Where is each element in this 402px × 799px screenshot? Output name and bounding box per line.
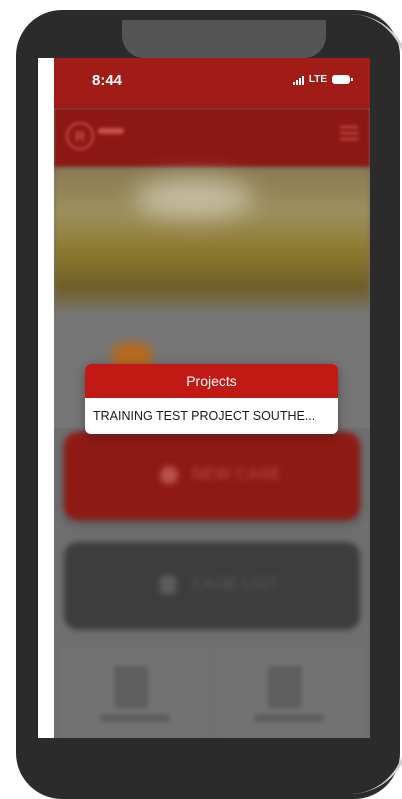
hero-highlight	[134, 178, 254, 218]
report-tile[interactable]	[214, 648, 364, 738]
logo-icon: R	[66, 122, 94, 150]
report-tile-label	[254, 714, 324, 722]
phone-notch	[122, 20, 326, 58]
projects-dialog: Projects TRAINING TEST PROJECT SOUTHE...	[85, 364, 338, 434]
new-case-label: NEW CASE	[192, 466, 282, 483]
status-indicators: LTE	[292, 74, 353, 85]
battery-icon	[332, 75, 353, 84]
projects-dialog-title: Projects	[85, 364, 338, 398]
app-header: R	[54, 108, 370, 168]
search-tile[interactable]	[60, 648, 210, 738]
new-case-button[interactable]: NEW CASE	[64, 432, 360, 520]
signal-icon	[292, 75, 304, 85]
case-list-label: CASE LIST	[192, 576, 279, 593]
case-list-button[interactable]: CASE LIST	[64, 542, 360, 630]
status-time: 8:44	[92, 72, 123, 89]
status-bar: 8:44 LTE	[54, 58, 370, 108]
document-search-icon	[114, 666, 148, 708]
document-report-icon	[268, 666, 302, 708]
network-type: LTE	[308, 74, 327, 85]
clipboard-icon	[160, 576, 176, 594]
project-list-item[interactable]: TRAINING TEST PROJECT SOUTHE...	[85, 398, 338, 434]
search-tile-label	[100, 714, 170, 722]
app-title-blurred	[98, 128, 124, 134]
hamburger-menu-icon[interactable]	[340, 126, 358, 144]
camera-icon	[160, 466, 178, 484]
